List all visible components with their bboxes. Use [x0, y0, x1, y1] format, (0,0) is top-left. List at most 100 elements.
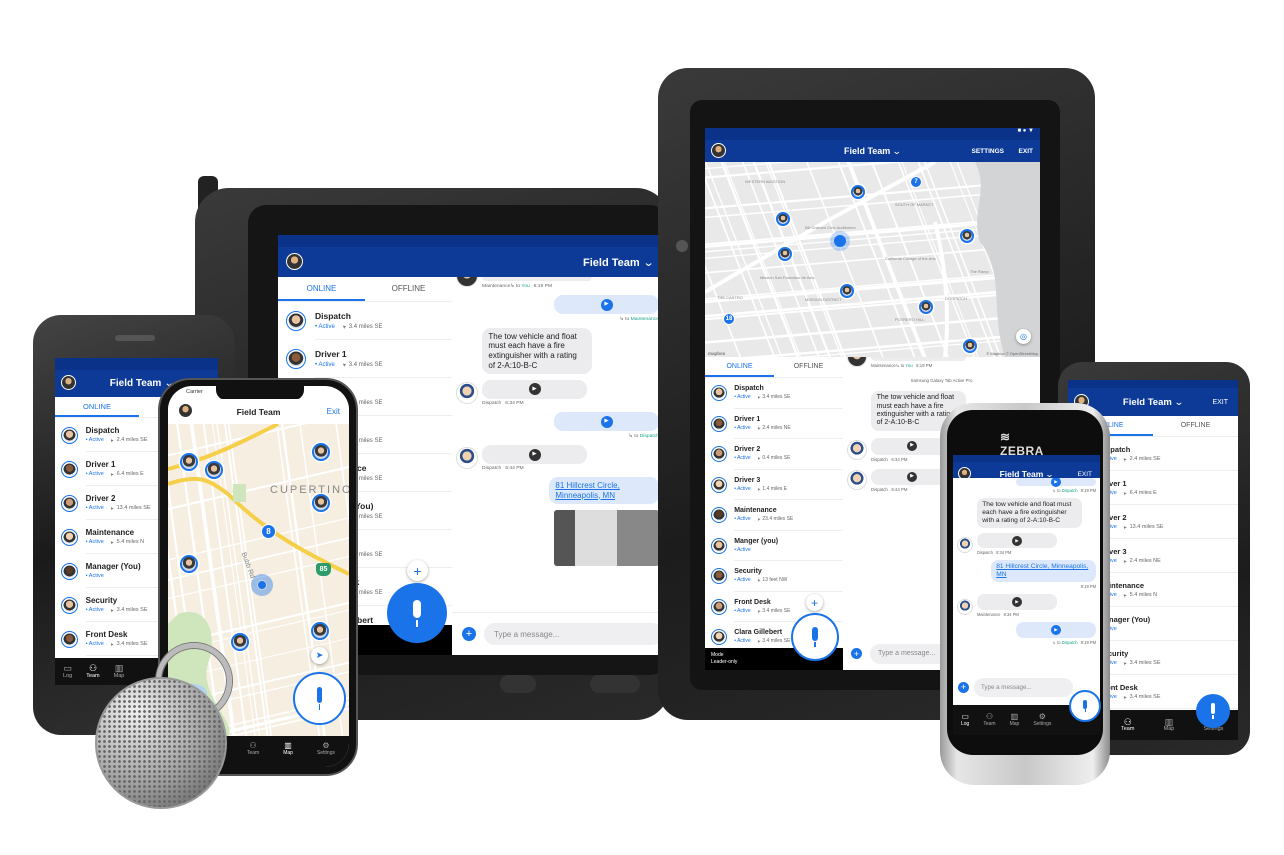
- attach-plus-icon[interactable]: +: [958, 681, 969, 693]
- message-input[interactable]: Type a message...: [484, 623, 663, 645]
- user-map-marker[interactable]: [180, 555, 198, 573]
- attach-plus-icon[interactable]: +: [462, 627, 476, 641]
- nav-item-log[interactable]: ▭Log: [961, 713, 969, 728]
- user-map-marker[interactable]: [312, 494, 330, 512]
- recenter-button[interactable]: ◎: [1016, 329, 1031, 344]
- user-map-marker[interactable]: [840, 284, 854, 298]
- tab-offline[interactable]: OFFLINE: [1153, 416, 1238, 436]
- nav-item-map[interactable]: ▥ Map: [1010, 713, 1020, 728]
- play-icon[interactable]: ▶: [1051, 625, 1061, 635]
- push-to-talk-button[interactable]: [1069, 690, 1101, 722]
- nav-item-settings[interactable]: ⚙Settings: [317, 741, 335, 756]
- user-map-marker[interactable]: [205, 461, 223, 479]
- avatar[interactable]: [61, 375, 76, 390]
- tab-offline[interactable]: OFFLINE: [365, 277, 452, 301]
- user-map-marker[interactable]: [960, 229, 974, 243]
- nav-item-team[interactable]: ⚇ Team: [86, 664, 99, 679]
- team-selector[interactable]: Field Team ⌄: [110, 378, 175, 389]
- exit-button[interactable]: EXIT: [1078, 471, 1092, 478]
- user-map-marker[interactable]: [776, 212, 790, 226]
- team-selector[interactable]: Field Team ⌄: [1123, 397, 1184, 408]
- exit-button[interactable]: EXIT: [1212, 399, 1228, 406]
- nav-item-team[interactable]: ⚇ Team: [247, 741, 259, 756]
- add-button[interactable]: +: [407, 560, 428, 581]
- user-map-marker[interactable]: [312, 443, 330, 461]
- nav-item-map[interactable]: ▥ Map: [283, 741, 293, 756]
- play-icon[interactable]: ▶: [906, 440, 918, 452]
- avatar[interactable]: [286, 253, 303, 270]
- avatar[interactable]: [178, 403, 193, 418]
- contact-row[interactable]: Manger (you) Active: [705, 531, 843, 561]
- map-cluster[interactable]: 7: [910, 176, 922, 188]
- avatar[interactable]: [711, 143, 726, 158]
- nav-item-log[interactable]: ▭Log: [63, 664, 72, 679]
- audio-message[interactable]: ▶: [482, 379, 587, 399]
- distance-text: 3.4 miles SE: [762, 394, 791, 401]
- push-to-talk-button[interactable]: [1196, 694, 1230, 728]
- add-button[interactable]: +: [806, 594, 823, 611]
- address-link[interactable]: 81 Hillcrest Circle, Minneapolis, MN: [996, 563, 1088, 578]
- play-icon[interactable]: ▶: [600, 415, 613, 428]
- audio-message[interactable]: ▶: [1016, 622, 1096, 638]
- play-icon[interactable]: ▶: [528, 383, 541, 396]
- user-map-marker[interactable]: [919, 300, 933, 314]
- tab-online[interactable]: ONLINE: [705, 357, 774, 377]
- contact-row[interactable]: Driver 3 Active ➤1.4 miles E: [705, 470, 843, 500]
- contact-row[interactable]: Driver 2Active ➤0.4 miles SE: [705, 439, 843, 470]
- user-map-marker[interactable]: [963, 339, 977, 353]
- map-cluster[interactable]: 8: [261, 524, 276, 539]
- tab-online[interactable]: ONLINE: [278, 277, 365, 301]
- play-icon[interactable]: ▶: [1012, 535, 1022, 546]
- play-icon[interactable]: ▶: [906, 471, 918, 483]
- image-attachment[interactable]: [554, 509, 659, 566]
- nav-item-map[interactable]: ▥ Map: [1164, 717, 1175, 732]
- play-icon[interactable]: ▶: [600, 298, 613, 311]
- team-selector[interactable]: Field Team ⌄: [844, 146, 902, 157]
- nav-item-settings[interactable]: ⚙Settings: [1033, 713, 1051, 728]
- message-input[interactable]: Type a message...: [974, 677, 1073, 697]
- play-icon[interactable]: ▶: [528, 448, 541, 461]
- contact-distance: ➤3.4 miles SE: [110, 641, 148, 647]
- contact-row[interactable]: DispatchActive➤3.4 miles SE: [705, 378, 843, 409]
- play-icon[interactable]: ▶: [1051, 478, 1061, 487]
- nav-item-team[interactable]: ⚇ Team: [983, 713, 995, 728]
- audio-message[interactable]: ▶: [482, 445, 587, 465]
- push-to-talk-button[interactable]: [791, 613, 839, 661]
- user-map-marker[interactable]: [311, 622, 329, 640]
- contact-row[interactable]: SecurityActive ➤13 feet NW: [705, 561, 843, 592]
- contact-row[interactable]: Driver 1 Active ➤3.4 miles SE: [278, 340, 452, 378]
- audio-message[interactable]: ▶: [554, 411, 659, 432]
- contact-row[interactable]: Driver 1 Active ➤2.4 miles NE: [705, 409, 843, 439]
- user-map-marker[interactable]: [180, 453, 198, 471]
- exit-button[interactable]: EXIT: [1019, 148, 1033, 155]
- audio-message[interactable]: ▶: [977, 532, 1057, 549]
- tab-offline[interactable]: OFFLINE: [774, 357, 843, 377]
- audio-message[interactable]: ▶: [1016, 478, 1096, 487]
- exit-button[interactable]: Exit: [327, 407, 340, 416]
- back-button[interactable]: [590, 675, 640, 693]
- user-map-marker[interactable]: [851, 185, 865, 199]
- audio-message[interactable]: [482, 277, 592, 281]
- audio-message[interactable]: [871, 357, 966, 361]
- settings-button[interactable]: SETTINGS: [971, 148, 1004, 155]
- play-icon[interactable]: ▶: [1012, 597, 1022, 608]
- push-to-talk-button[interactable]: [293, 672, 346, 725]
- home-button[interactable]: [500, 675, 536, 693]
- tab-online[interactable]: ONLINE: [55, 397, 139, 417]
- contact-row[interactable]: DispatchActive➤3.4 miles SE: [278, 302, 452, 340]
- nav-item-team[interactable]: ⚇ Team: [1121, 717, 1134, 732]
- user-map-marker[interactable]: [231, 633, 249, 651]
- user-map-marker[interactable]: [778, 247, 792, 261]
- team-selector[interactable]: Field Team ⌄: [583, 256, 654, 269]
- status-active: Active: [86, 539, 104, 545]
- contact-row[interactable]: MaintenanceActive ➤23.4 miles SE: [705, 500, 843, 531]
- audio-message[interactable]: ▶: [977, 594, 1057, 611]
- locate-button[interactable]: ➤: [311, 647, 328, 664]
- nav-item-map[interactable]: ▥ Map: [114, 664, 125, 679]
- address-link[interactable]: 81 Hillcrest Circle, Minneapolis, MN: [555, 481, 619, 500]
- audio-message[interactable]: ▶: [554, 295, 659, 315]
- push-to-talk-button[interactable]: [387, 583, 447, 643]
- attach-plus-icon[interactable]: +: [851, 648, 862, 659]
- map-view[interactable]: 7 18 Bill Graham Civic Auditorium Californi…: [705, 162, 1040, 357]
- map-cluster[interactable]: 18: [723, 313, 735, 325]
